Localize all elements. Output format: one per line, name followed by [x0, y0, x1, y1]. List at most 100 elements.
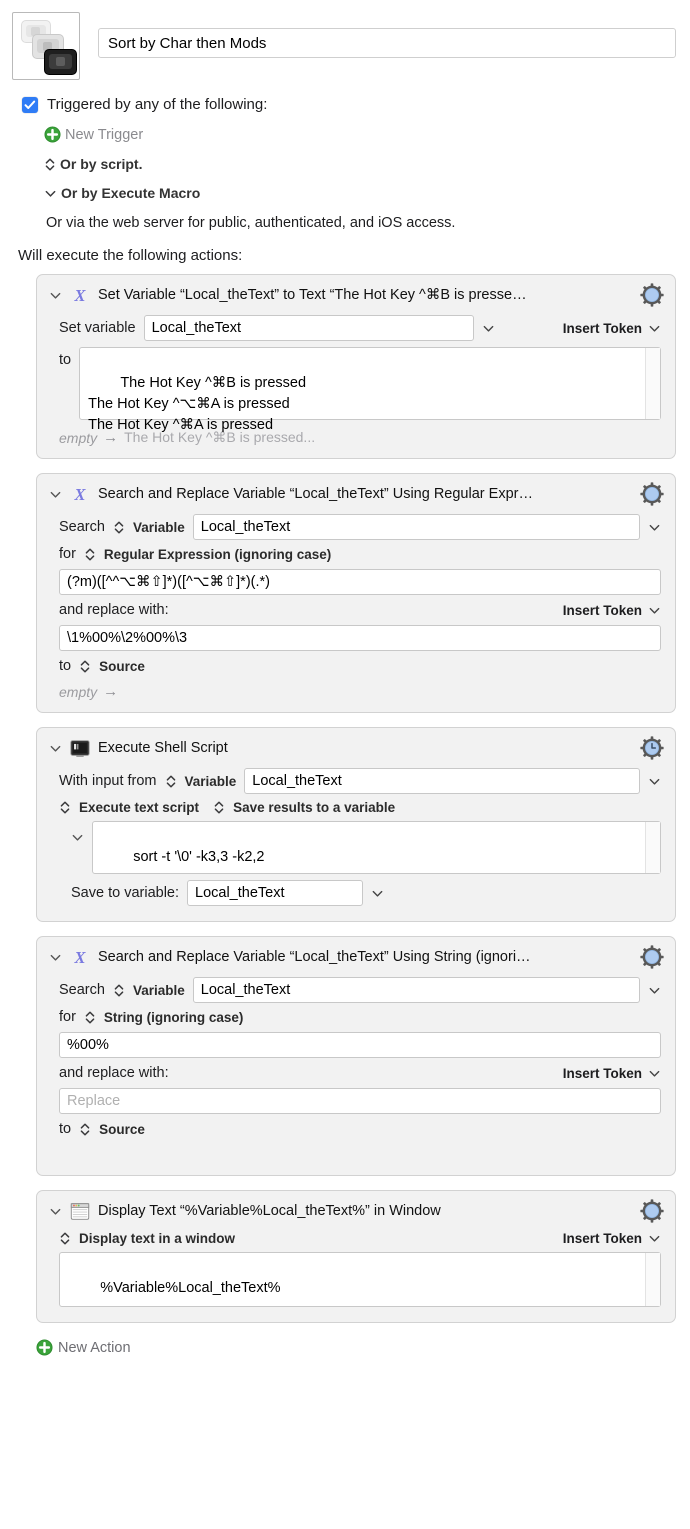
macro-icon[interactable]: [12, 12, 80, 80]
triggered-by-row[interactable]: Triggered by any of the following:: [22, 96, 676, 113]
chevron-down-icon[interactable]: [49, 289, 62, 302]
up-down-chevron-icon[interactable]: [165, 774, 177, 789]
gear-clock-icon[interactable]: [639, 735, 665, 761]
set-variable-label: Set variable: [59, 320, 136, 336]
up-down-chevron-icon[interactable]: [84, 1010, 96, 1025]
action-title-bar[interactable]: Display Text “%Variable%Local_theText%” …: [37, 1191, 675, 1228]
display-text-input[interactable]: %Variable%Local_theText%: [59, 1252, 661, 1307]
display-text-row: %Variable%Local_theText%: [37, 1249, 675, 1310]
match-mode-select[interactable]: Regular Expression (ignoring case): [104, 547, 331, 562]
search-variable-input[interactable]: Local_theText: [192, 977, 640, 1003]
replace-placeholder: Replace: [67, 1093, 121, 1109]
new-action-row[interactable]: New Action: [0, 1337, 690, 1372]
window-text-icon: [70, 1202, 90, 1220]
save-variable-input[interactable]: Local_theText: [187, 880, 364, 906]
search-source-select[interactable]: Variable: [133, 520, 185, 535]
or-by-script-row[interactable]: Or by script.: [44, 156, 676, 172]
or-by-execute-macro-label: Or by Execute Macro: [61, 185, 201, 201]
hint-empty: empty: [59, 683, 98, 700]
action-title-bar[interactable]: X Search and Replace Variable “Local_the…: [37, 474, 675, 511]
chevron-down-icon[interactable]: [49, 488, 62, 501]
add-circle-icon[interactable]: [36, 1339, 53, 1356]
or-by-execute-macro-row[interactable]: Or by Execute Macro: [44, 185, 676, 201]
chevron-down-icon[interactable]: [482, 322, 495, 335]
search-pattern-input[interactable]: (?m)([^^⌥⌘⇧]*)([^⌥⌘⇧]*)(.*): [59, 569, 661, 595]
insert-token-button[interactable]: Insert Token: [563, 603, 661, 618]
web-server-note-row: Or via the web server for public, authen…: [46, 215, 676, 231]
triggered-by-checkbox[interactable]: [22, 96, 38, 113]
search-variable-input[interactable]: Local_theText: [192, 514, 640, 540]
set-variable-text-input[interactable]: The Hot Key ^⌘B is pressed The Hot Key ^…: [79, 347, 661, 433]
gear-icon[interactable]: [639, 481, 665, 507]
up-down-chevron-icon[interactable]: [59, 1231, 71, 1246]
action-title-bar[interactable]: Execute Shell Script: [37, 728, 675, 765]
action-set-variable[interactable]: X Set Variable “Local_theText” to Text “…: [36, 274, 676, 459]
to-label: to: [59, 658, 72, 674]
up-down-chevron-icon[interactable]: [59, 800, 71, 815]
chevron-down-icon[interactable]: [648, 775, 661, 788]
chevron-down-icon[interactable]: [648, 984, 661, 997]
action-display-text[interactable]: Display Text “%Variable%Local_theText%” …: [36, 1190, 676, 1323]
chevron-down-icon[interactable]: [49, 1205, 62, 1218]
to-target-select[interactable]: Source: [99, 659, 145, 674]
chevron-down-icon[interactable]: [71, 831, 84, 844]
action-search-replace-string[interactable]: X Search and Replace Variable “Local_the…: [36, 936, 676, 1176]
up-down-chevron-icon[interactable]: [79, 659, 91, 674]
search-source-select[interactable]: Variable: [133, 983, 185, 998]
new-trigger-label: New Trigger: [65, 126, 144, 143]
gear-icon[interactable]: [639, 1198, 665, 1224]
up-down-chevron-icon[interactable]: [44, 157, 56, 172]
chevron-down-icon[interactable]: [648, 521, 661, 534]
trigger-section: Triggered by any of the following: New T…: [0, 80, 690, 231]
chevron-down-icon[interactable]: [371, 887, 384, 900]
match-mode-row: for Regular Expression (ignoring case): [37, 543, 675, 565]
vertical-scrollbar[interactable]: [645, 348, 660, 419]
up-down-chevron-icon[interactable]: [113, 983, 125, 998]
checkmark-icon: [24, 100, 36, 109]
web-server-note: Or via the web server for public, authen…: [46, 215, 456, 231]
input-variable-input[interactable]: Local_theText: [244, 768, 640, 794]
match-mode-select[interactable]: String (ignoring case): [104, 1010, 244, 1025]
search-pattern-row: %00%: [37, 1028, 675, 1062]
new-trigger-row[interactable]: New Trigger: [44, 126, 676, 143]
insert-token-button[interactable]: Insert Token: [563, 321, 661, 336]
add-circle-icon[interactable]: [44, 126, 61, 143]
vertical-scrollbar[interactable]: [645, 1253, 660, 1306]
action-execute-shell-script[interactable]: Execute Shell Script With input from Var…: [36, 727, 676, 922]
replace-input[interactable]: \1%00%\2%00%\3: [59, 625, 661, 651]
up-down-chevron-icon[interactable]: [113, 520, 125, 535]
chevron-down-icon[interactable]: [44, 187, 57, 200]
macro-name-value: Sort by Char then Mods: [108, 34, 267, 52]
vertical-scrollbar[interactable]: [645, 822, 660, 873]
chevron-down-icon[interactable]: [49, 951, 62, 964]
script-mode-select[interactable]: Execute text script: [79, 800, 199, 815]
to-target-select[interactable]: Source: [99, 1122, 145, 1137]
up-down-chevron-icon[interactable]: [84, 547, 96, 562]
action-search-replace-regex[interactable]: X Search and Replace Variable “Local_the…: [36, 473, 676, 713]
search-source-row: Search Variable Local_theText: [37, 511, 675, 543]
search-pattern-row: (?m)([^^⌥⌘⇧]*)([^⌥⌘⇧]*)(.*): [37, 565, 675, 599]
gear-icon[interactable]: [639, 282, 665, 308]
results-mode-select[interactable]: Save results to a variable: [233, 800, 395, 815]
insert-token-button[interactable]: Insert Token: [563, 1066, 661, 1081]
search-pattern-value: %00%: [67, 1037, 109, 1053]
display-mode-select[interactable]: Display text in a window: [79, 1231, 235, 1246]
shell-script-input[interactable]: sort -t '\0' -k3,3 -k2,2: [92, 821, 661, 874]
for-label: for: [59, 546, 76, 562]
search-source-row: Search Variable Local_theText: [37, 974, 675, 1006]
gear-icon[interactable]: [639, 944, 665, 970]
macro-name-input[interactable]: Sort by Char then Mods: [98, 28, 676, 58]
action-title-bar[interactable]: X Search and Replace Variable “Local_the…: [37, 937, 675, 974]
replace-input[interactable]: Replace: [59, 1088, 661, 1114]
shell-script-value: sort -t '\0' -k3,3 -k2,2: [133, 849, 265, 865]
action-title-bar[interactable]: X Set Variable “Local_theText” to Text “…: [37, 275, 675, 312]
variable-name-input[interactable]: Local_theText: [143, 315, 474, 341]
up-down-chevron-icon[interactable]: [79, 1122, 91, 1137]
up-down-chevron-icon[interactable]: [213, 800, 225, 815]
insert-token-button[interactable]: Insert Token: [563, 1231, 661, 1246]
chevron-down-icon: [649, 1070, 660, 1077]
chevron-down-icon[interactable]: [49, 742, 62, 755]
input-source-select[interactable]: Variable: [185, 774, 237, 789]
search-pattern-input[interactable]: %00%: [59, 1032, 661, 1058]
actions-list: X Set Variable “Local_theText” to Text “…: [0, 264, 690, 1323]
